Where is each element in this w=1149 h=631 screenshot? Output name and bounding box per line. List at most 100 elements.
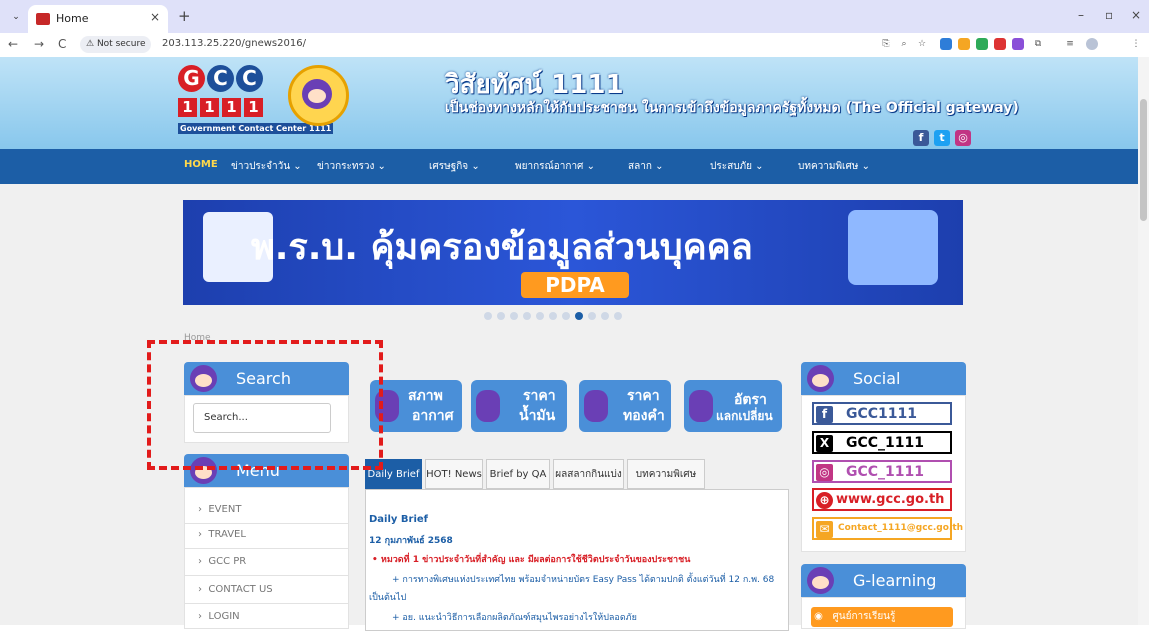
menu-item-label: EVENT: [208, 504, 242, 515]
page-scrollbar[interactable]: [1138, 57, 1149, 625]
extension-icon[interactable]: [1012, 38, 1024, 50]
instagram-icon[interactable]: ◎: [955, 130, 971, 146]
website-link[interactable]: ⊕ www.gcc.go.th: [812, 488, 952, 511]
tab-lottery-results[interactable]: ผลสลากกินแบ่ง: [553, 459, 624, 489]
carousel-dot[interactable]: [588, 312, 596, 320]
nav-economy[interactable]: เศรษฐกิจ ⌄: [429, 159, 480, 174]
facebook-icon[interactable]: f: [913, 130, 929, 146]
reload-icon[interactable]: C: [58, 37, 66, 51]
mascot-icon: [807, 567, 834, 594]
profile-avatar[interactable]: [1086, 38, 1098, 50]
tab-search-icon[interactable]: ⌄: [7, 8, 25, 26]
social-widget-title: Social: [853, 369, 901, 388]
menu-item-login[interactable]: › LOGIN: [198, 611, 240, 622]
news-item-continued[interactable]: เป็นต้นไป: [369, 590, 406, 604]
quick-link-label: แลกเปลี่ยน: [716, 409, 773, 423]
nav-lottery[interactable]: สลาก ⌄: [628, 159, 663, 174]
translate-icon[interactable]: ⎘: [880, 38, 892, 50]
nav-weather[interactable]: พยากรณ์อากาศ ⌄: [515, 159, 595, 174]
website-label: www.gcc.go.th: [836, 492, 945, 507]
gcc-logo[interactable]: GCC 1111 Government Contact Center 1111: [178, 65, 349, 145]
menu-item-gcc-pr[interactable]: › GCC PR: [198, 556, 246, 567]
menu-item-label: GCC PR: [208, 556, 247, 567]
extension-icon[interactable]: [958, 38, 970, 50]
nav-daily-news[interactable]: ข่าวประจำวัน ⌄: [231, 159, 302, 174]
carousel-dot[interactable]: [601, 312, 609, 320]
nav-disaster[interactable]: ประสบภัย ⌄: [710, 159, 764, 174]
tab-close-icon[interactable]: ×: [150, 10, 160, 24]
x-icon: X: [816, 435, 833, 452]
browser-tab[interactable]: Home ×: [28, 5, 168, 33]
mail-icon: ✉: [816, 521, 833, 538]
site-header: GCC 1111 Government Contact Center 1111 …: [0, 57, 1138, 149]
quick-link-label: ทองคำ: [623, 408, 665, 424]
nav-home[interactable]: HOME: [184, 159, 218, 170]
extension-icon[interactable]: [940, 38, 952, 50]
learning-center-link[interactable]: ◉ ศูนย์การเรียนรู้: [811, 607, 953, 627]
news-item[interactable]: + อย. แนะนำวิธีการเลือกผลิตภัณฑ์สมุนไพรอ…: [392, 610, 637, 624]
menu-item-event[interactable]: › EVENT: [198, 504, 241, 515]
menu-item-contact-us[interactable]: › CONTACT US: [198, 584, 273, 595]
carousel-dot[interactable]: [562, 312, 570, 320]
carousel-dot[interactable]: [510, 312, 518, 320]
menu-divider: [184, 523, 349, 524]
extensions-puzzle-icon[interactable]: ⧉: [1032, 38, 1044, 50]
carousel-dot[interactable]: [614, 312, 622, 320]
logo-letters: GCC: [178, 65, 265, 92]
more-menu-icon[interactable]: ⋮: [1130, 38, 1142, 50]
mascot-image: [288, 65, 349, 126]
omnibox[interactable]: ⚠ Not secure 203.113.25.220/gnews2016/: [80, 35, 940, 54]
pdpa-banner[interactable]: พ.ร.บ. คุ้มครองข้อมูลส่วนบุคคล PDPA: [183, 200, 963, 305]
news-date: 12 กุมภาพันธ์ 2568: [369, 536, 453, 546]
carousel-dot[interactable]: [575, 312, 583, 320]
back-icon[interactable]: ←: [8, 37, 18, 51]
zoom-icon[interactable]: ⌕: [898, 38, 910, 50]
twitter-icon[interactable]: t: [934, 130, 950, 146]
tab-special-articles[interactable]: บทความพิเศษ: [627, 459, 705, 489]
carousel-dot[interactable]: [484, 312, 492, 320]
logo-number: 1111: [178, 98, 266, 117]
weather-link[interactable]: สภาพ อากาศ: [370, 380, 462, 432]
carousel-dots: [484, 310, 627, 323]
carousel-dot[interactable]: [523, 312, 531, 320]
extension-icon[interactable]: [976, 38, 988, 50]
reading-list-icon[interactable]: ≡: [1064, 38, 1076, 50]
tab-hot-news[interactable]: HOT! News: [425, 459, 483, 489]
url-text[interactable]: 203.113.25.220/gnews2016/: [162, 38, 306, 49]
new-tab-button[interactable]: +: [178, 7, 191, 25]
exchange-rate-link[interactable]: อัตรา แลกเปลี่ยน: [684, 380, 782, 432]
scroll-thumb[interactable]: [1140, 99, 1147, 221]
logo-letter: C: [236, 65, 263, 92]
maximize-button[interactable]: ▫: [1105, 8, 1113, 22]
menu-item-travel[interactable]: › TRAVEL: [198, 529, 246, 540]
security-chip[interactable]: ⚠ Not secure: [80, 36, 152, 53]
news-item[interactable]: + การทางพิเศษแห่งประเทศไทย พร้อมจำหน่ายบ…: [392, 572, 774, 586]
carousel-dot[interactable]: [536, 312, 544, 320]
extension-icon[interactable]: [994, 38, 1006, 50]
minimize-button[interactable]: –: [1078, 8, 1084, 22]
main-nav: HOME ข่าวประจำวัน ⌄ ข่าวกระทรวง ⌄ เศรษฐก…: [0, 149, 1138, 184]
favicon-icon: [36, 13, 50, 25]
glearning-widget-header: G-learning: [801, 564, 966, 597]
x-link[interactable]: X GCC_1111: [812, 431, 952, 454]
quick-link-label: น้ำมัน: [519, 408, 556, 424]
news-category[interactable]: • หมวดที่ 1 ข่าวประจำวันที่สำคัญ และ มีผ…: [372, 552, 690, 566]
annotation-highlight: [147, 340, 383, 470]
tab-title: Home: [56, 12, 89, 25]
bookmark-star-icon[interactable]: ☆: [916, 38, 928, 50]
email-link[interactable]: ✉ Contact_1111@gcc.go.th: [812, 517, 963, 540]
nav-special-articles[interactable]: บทความพิเศษ ⌄: [798, 159, 870, 174]
carousel-dot[interactable]: [497, 312, 505, 320]
facebook-label: GCC1111: [846, 406, 918, 422]
oil-price-link[interactable]: ราคา น้ำมัน: [471, 380, 567, 432]
carousel-dot[interactable]: [549, 312, 557, 320]
facebook-link[interactable]: f GCC1111: [812, 402, 952, 425]
close-window-button[interactable]: ×: [1131, 8, 1141, 22]
menu-item-label: TRAVEL: [208, 529, 246, 540]
instagram-link[interactable]: ◎ GCC_1111: [812, 460, 952, 483]
nav-ministry-news[interactable]: ข่าวกระทรวง ⌄: [317, 159, 386, 174]
forward-icon[interactable]: →: [34, 37, 44, 51]
gold-price-link[interactable]: ราคา ทองคำ: [579, 380, 671, 432]
quick-link-label: ราคา: [627, 388, 660, 404]
tab-brief-by-qa[interactable]: Brief by QA: [486, 459, 550, 489]
